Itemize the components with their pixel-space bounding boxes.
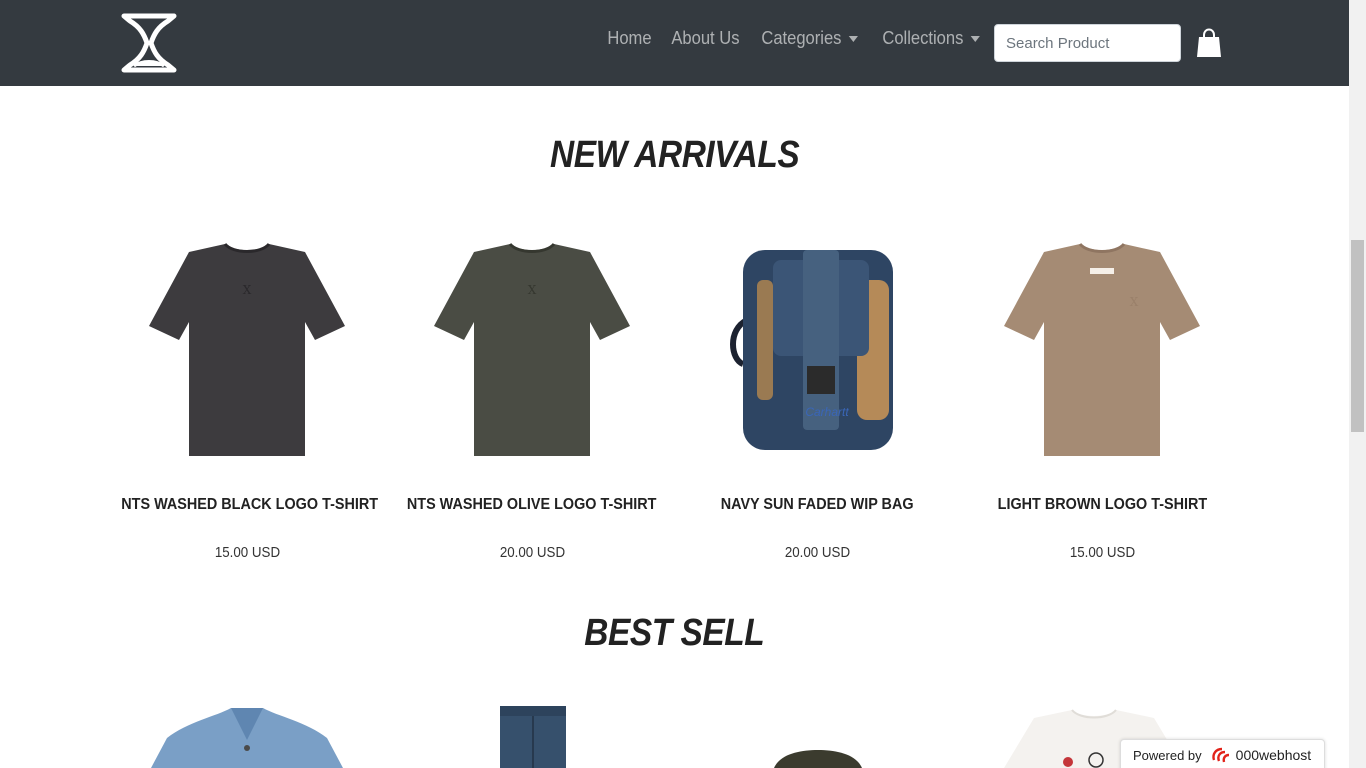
shopping-bag-icon[interactable] [1196, 28, 1222, 58]
svg-text:X: X [528, 283, 537, 297]
product-image[interactable]: X [432, 240, 632, 470]
powered-by-badge[interactable]: Powered by 000webhost [1120, 739, 1325, 768]
navbar: Home About Us Categories Collections [0, 0, 1349, 86]
webhost-logo-icon [1211, 747, 1229, 763]
product-image-cap[interactable] [770, 750, 866, 768]
product-price: 15.00 USD [962, 545, 1242, 561]
powered-by-label: Powered by [1133, 747, 1202, 763]
nav-categories-toggle[interactable]: Categories [754, 28, 865, 49]
product-name[interactable]: NAVY SUN FADED WIP BAG [677, 496, 957, 514]
product-price: 20.00 USD [392, 545, 672, 561]
best-sell-title-text: BEST SELL [584, 612, 765, 654]
product-image-denim-jacket[interactable] [147, 700, 347, 768]
page-scrollbar[interactable] [1349, 0, 1366, 768]
product-name-text[interactable]: NTS WASHED BLACK LOGO T-SHIRT [121, 496, 378, 514]
brand-logo-icon[interactable] [118, 12, 180, 74]
nav-categories-dropdown[interactable]: Categories [754, 28, 875, 49]
product-name[interactable]: LIGHT BROWN LOGO T-SHIRT [962, 496, 1242, 514]
svg-text:X: X [243, 283, 252, 297]
product-image-jeans[interactable] [490, 706, 574, 768]
product-name-text[interactable]: LIGHT BROWN LOGO T-SHIRT [997, 496, 1207, 514]
nav-about[interactable]: About Us [664, 28, 754, 49]
product-price-text: 20.00 USD [499, 545, 565, 561]
nav-home-label[interactable]: Home [600, 28, 659, 49]
best-sell-title: BEST SELL [0, 612, 1349, 655]
nav-collections-toggle[interactable]: Collections [875, 28, 987, 49]
product-name-text[interactable]: NTS WASHED OLIVE LOGO T-SHIRT [407, 496, 657, 514]
product-name[interactable]: NTS WASHED BLACK LOGO T-SHIRT [107, 496, 387, 514]
svg-text:Carhartt: Carhartt [805, 405, 849, 419]
product-price: 20.00 USD [677, 545, 957, 561]
nav-home[interactable]: Home [600, 28, 664, 49]
nav-links: Home About Us Categories Collections [600, 26, 997, 50]
new-arrivals-title: NEW ARRIVALS [0, 134, 1349, 177]
product-price-text: 20.00 USD [784, 545, 850, 561]
nav-about-label[interactable]: About Us [664, 28, 747, 49]
nav-collections-dropdown[interactable]: Collections [875, 28, 997, 49]
svg-text:X: X [1130, 295, 1139, 309]
product-name-text[interactable]: NAVY SUN FADED WIP BAG [721, 496, 914, 514]
caret-down-icon [970, 35, 981, 42]
nav-categories-label: Categories [761, 27, 842, 48]
product-name[interactable]: NTS WASHED OLIVE LOGO T-SHIRT [392, 496, 672, 514]
nav-collections-label: Collections [882, 27, 964, 48]
product-price-text: 15.00 USD [1069, 545, 1135, 561]
product-image[interactable]: X [1002, 240, 1202, 470]
new-arrivals-title-text: NEW ARRIVALS [549, 134, 800, 176]
product-image[interactable]: Carhartt [717, 240, 917, 470]
webhost-brand-label: 000webhost [1235, 747, 1312, 763]
scrollbar-thumb[interactable] [1351, 240, 1364, 432]
search-input[interactable] [994, 24, 1181, 62]
caret-down-icon [848, 35, 859, 42]
product-image[interactable]: X [147, 240, 347, 470]
product-price: 15.00 USD [107, 545, 387, 561]
product-price-text: 15.00 USD [214, 545, 280, 561]
